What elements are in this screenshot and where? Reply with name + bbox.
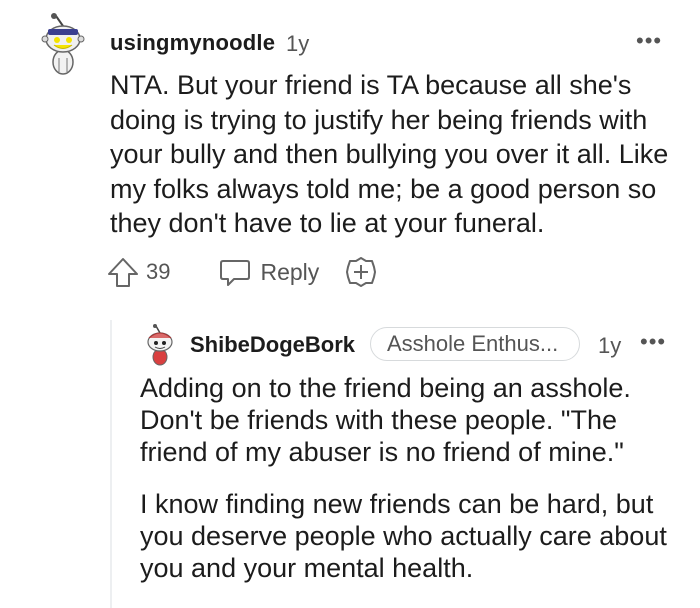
more-options-icon[interactable]: ••• xyxy=(640,329,666,355)
reply-avatar[interactable] xyxy=(142,324,178,366)
plus-circle-icon xyxy=(346,257,377,287)
comment-actions: 39 Reply xyxy=(106,252,377,292)
upvote-arrow-icon xyxy=(108,258,138,287)
comment-body: NTA. But your friend is TA because all s… xyxy=(110,70,669,238)
upvote-button[interactable] xyxy=(106,255,140,289)
comment-age: 1y xyxy=(286,31,310,56)
reply-paragraph: Adding on to the friend being an asshole… xyxy=(140,373,631,467)
speech-bubble-icon xyxy=(220,260,251,286)
vote-count: 39 xyxy=(146,259,171,284)
snoo-avatar-icon xyxy=(41,13,85,75)
snoo-avatar-icon xyxy=(147,324,173,366)
reply-button[interactable]: Reply xyxy=(218,255,319,289)
avatar[interactable] xyxy=(34,12,92,76)
award-button[interactable] xyxy=(345,256,377,288)
more-options-icon[interactable]: ••• xyxy=(636,28,662,54)
reply-age: 1y xyxy=(598,333,622,358)
username[interactable]: usingmynoodle xyxy=(110,30,275,56)
reply-username[interactable]: ShibeDogeBork xyxy=(190,332,355,358)
user-flair: Asshole Enthus... xyxy=(370,327,580,361)
reply-paragraph: I know finding new friends can be hard, … xyxy=(140,489,667,583)
thread-line[interactable] xyxy=(110,320,112,608)
reply-label: Reply xyxy=(260,258,320,285)
